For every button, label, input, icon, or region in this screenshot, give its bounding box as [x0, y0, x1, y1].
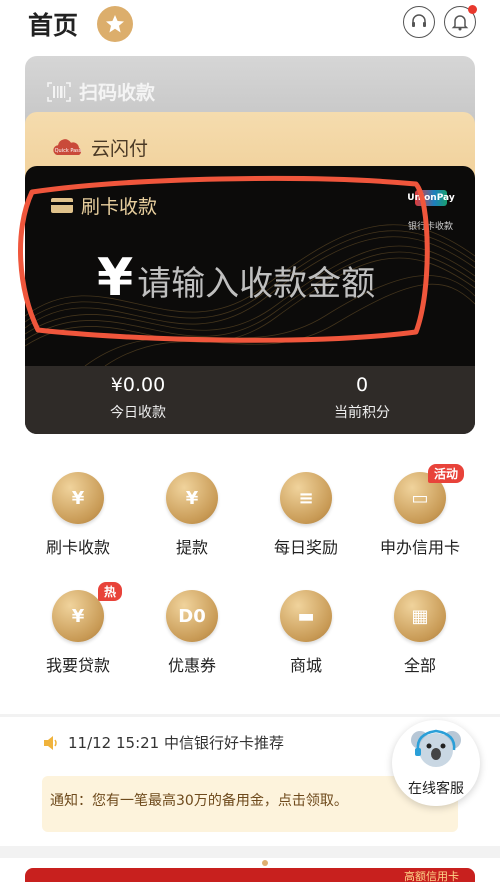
points-value: 0: [355, 374, 369, 396]
page-title: 首页: [28, 11, 79, 40]
notification-bell-icon[interactable]: [444, 5, 477, 38]
online-service-label: 在线客服: [408, 781, 464, 797]
grid-item-label: 每日奖励: [273, 538, 338, 557]
annotation-outline: [18, 175, 430, 343]
points-stat[interactable]: 0 当前积分: [287, 374, 437, 422]
points-label: 当前积分: [334, 405, 390, 421]
promo-banner[interactable]: 高额信用卡: [25, 868, 475, 882]
hot-tag: 热: [97, 582, 122, 601]
grid-item-credit-card[interactable]: ▭ 活动 申办信用卡: [370, 464, 470, 558]
star-icon[interactable]: [97, 6, 133, 42]
news-headline: 11/12 15:21 中信银行好卡推荐: [68, 734, 284, 752]
barcode-scan-icon: [47, 81, 71, 102]
header: 首页: [0, 0, 500, 50]
today-income-stat[interactable]: ¥0.00 今日收款: [63, 374, 213, 422]
grid-item-label: 刷卡收款: [45, 538, 110, 557]
grid-item-label: 申办信用卡: [379, 538, 460, 557]
grid-item-label: 我要贷款: [45, 656, 110, 675]
koala-mascot-icon: [411, 729, 461, 767]
speaker-icon: [44, 735, 57, 750]
news-ticker[interactable]: 11/12 15:21 中信银行好卡推荐: [42, 732, 284, 753]
loan-icon: ¥ 热: [52, 582, 122, 642]
shopping-mall-icon: ▬: [280, 590, 332, 642]
card-swipe-icon: ¥: [52, 472, 104, 524]
grid-item-label: 优惠券: [167, 656, 216, 675]
reward-document-icon: ≡: [280, 472, 332, 524]
money-bag-icon: ¥: [166, 472, 218, 524]
bottom-gray-band: [0, 846, 500, 858]
all-grid-icon: ▦: [394, 590, 446, 642]
section-divider: [0, 714, 500, 717]
grid-item-label: 提款: [175, 538, 208, 557]
unread-dot: [468, 5, 477, 14]
credit-card-icon: ▭ 活动: [394, 464, 464, 524]
grid-item-label: 全部: [403, 656, 436, 675]
today-income-label: 今日收款: [110, 405, 166, 421]
scan-payment-label: 扫码收款: [79, 82, 156, 104]
grid-item-daily-reward[interactable]: ≡ 每日奖励: [256, 472, 356, 558]
grid-item-coupon[interactable]: D0 优惠券: [142, 590, 242, 676]
grid-item-all[interactable]: ▦ 全部: [370, 590, 470, 676]
grid-item-withdraw[interactable]: ¥ 提款: [142, 472, 242, 558]
coupon-icon: D0: [166, 590, 218, 642]
quickpass-cloud-logo: Quick Pass: [53, 138, 82, 155]
carousel-indicator: [262, 860, 268, 866]
today-income-value: ¥0.00: [110, 374, 166, 396]
grid-item-label: 商城: [289, 656, 322, 675]
svg-text:Quick Pass: Quick Pass: [55, 148, 82, 154]
grid-item-loan[interactable]: ¥ 热 我要贷款: [28, 582, 128, 676]
customer-service-headset-icon[interactable]: [403, 6, 435, 38]
grid-item-mall[interactable]: ▬ 商城: [256, 590, 356, 676]
cloud-quickpass-label: 云闪付: [91, 138, 149, 160]
notice-text: 通知：您有一笔最高30万的备用金，点击领取。: [50, 793, 348, 809]
activity-tag: 活动: [427, 464, 464, 483]
grid-item-card-swipe[interactable]: ¥ 刷卡收款: [28, 472, 128, 558]
card-stats-bar: ¥0.00 今日收款 0 当前积分: [25, 366, 475, 434]
online-service-button[interactable]: 在线客服: [392, 720, 480, 806]
promo-banner-text: 高额信用卡: [404, 870, 459, 882]
